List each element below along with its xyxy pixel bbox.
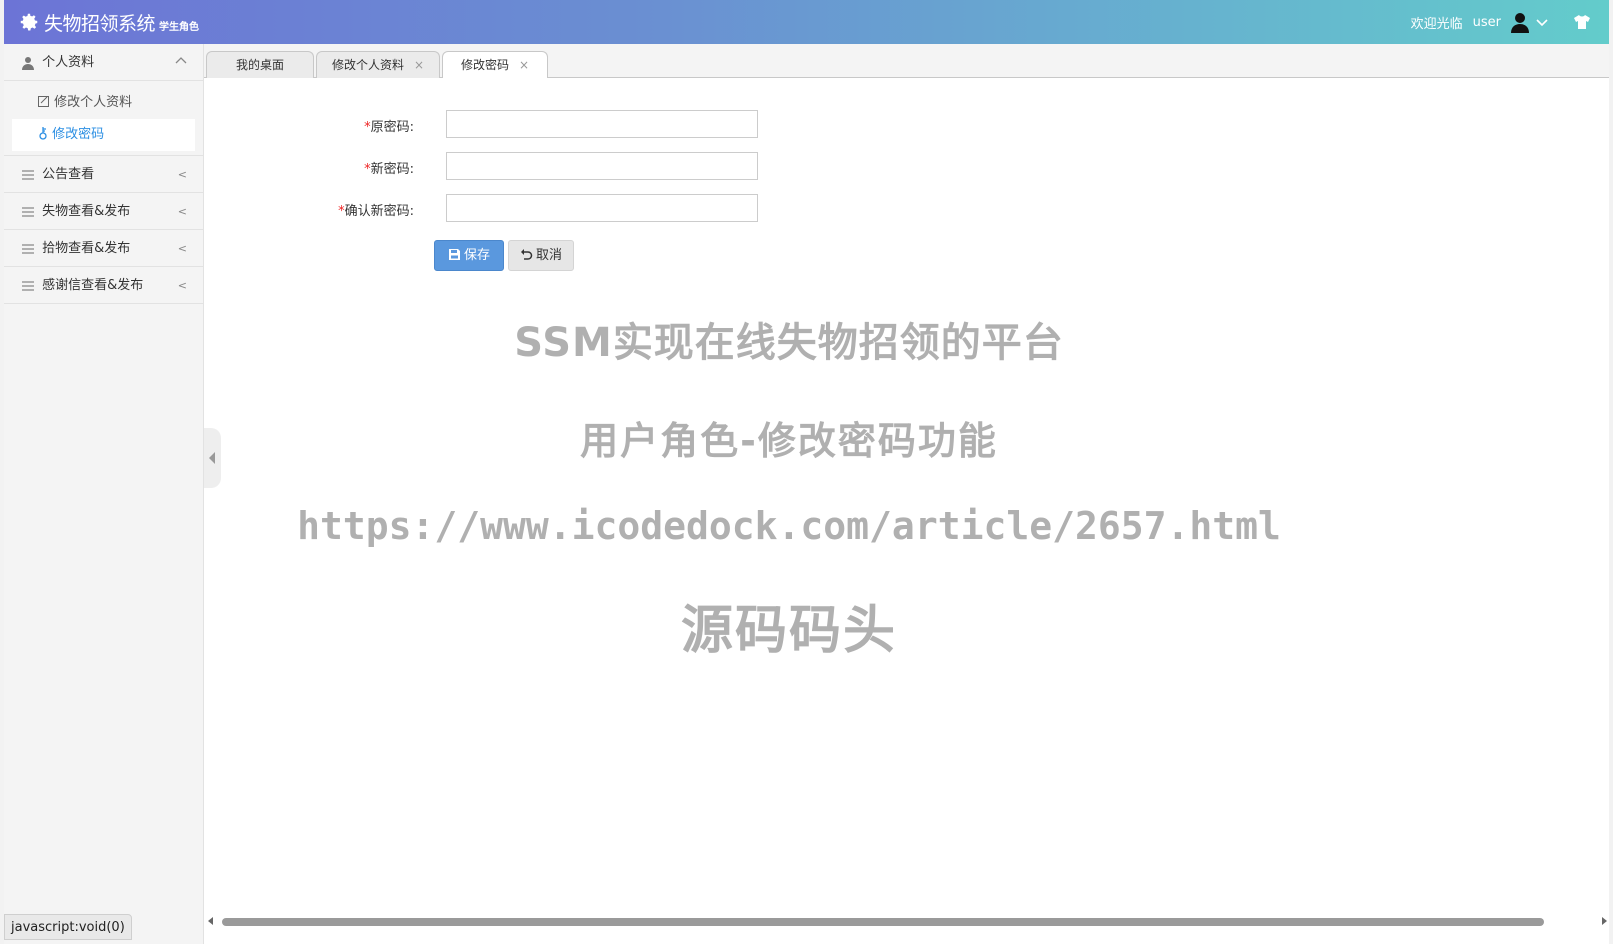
top-header: 失物招领系统 学生角色 欢迎光临 user (4, 0, 1609, 44)
floppy-disk-icon (448, 249, 460, 260)
menu-icon (22, 206, 34, 217)
welcome-text: 欢迎光临 (1410, 16, 1463, 32)
sidebar-group-label: 公告查看 (42, 167, 95, 182)
confirm-password-label: *确认新密码: (338, 204, 414, 219)
new-password-input[interactable] (446, 152, 758, 180)
form-row-old-password: *原密码: (204, 110, 1004, 138)
watermark-brand: 源码码头 (680, 601, 897, 661)
tab-bar: 我的桌面 修改个人资料 × 修改密码 × (204, 44, 1609, 79)
sidebar-group-label: 拾物查看&发布 (42, 241, 131, 256)
form-row-confirm-password: *确认新密码: (204, 194, 1004, 222)
form-row-new-password: *新密码: (204, 152, 1004, 180)
sidebar-item-label: 修改密码 (52, 127, 105, 142)
old-password-label: *原密码: (364, 120, 414, 135)
watermark-feature: 用户角色-修改密码功能 (580, 419, 998, 463)
avatar-icon[interactable] (1509, 11, 1531, 33)
menu-icon (22, 243, 34, 254)
chevron-up-icon (175, 44, 187, 81)
sidebar-item-edit-profile[interactable]: 修改个人资料 (12, 87, 195, 119)
close-icon[interactable]: × (414, 58, 424, 72)
sidebar-group-thank-letters[interactable]: 感谢信查看&发布 < (4, 267, 203, 304)
save-button[interactable]: 保存 (434, 240, 504, 271)
menu-icon (22, 169, 34, 180)
sidebar-group-label: 感谢信查看&发布 (42, 278, 144, 293)
sidebar-item-change-password[interactable]: 修改密码 (12, 119, 195, 151)
sidebar-submenu-profile: 修改个人资料 修改密码 (4, 81, 203, 156)
tab-label: 修改个人资料 (331, 58, 404, 72)
chevron-left-icon: < (177, 168, 187, 181)
sidebar-group-label: 个人资料 (42, 55, 95, 70)
chevron-left-icon: < (177, 242, 187, 255)
cancel-button[interactable]: 取消 (508, 240, 574, 271)
sidebar-group-lost-items[interactable]: 失物查看&发布 < (4, 193, 203, 230)
user-icon (22, 56, 34, 70)
menu-icon (22, 280, 34, 291)
tab-label: 修改密码 (460, 58, 509, 72)
role-subtitle: 学生角色 (159, 21, 200, 33)
form-actions: 保存 取消 (204, 240, 1004, 271)
sidebar-group-notices[interactable]: 公告查看 < (4, 156, 203, 193)
tab-desktop[interactable]: 我的桌面 (206, 51, 314, 78)
key-icon (38, 127, 52, 142)
tab-change-password[interactable]: 修改密码 × (442, 51, 548, 79)
main-content: *原密码: *新密码: *确认新密码: 保存 取消 SSM实现在线失物招领的平台… (204, 78, 1609, 914)
undo-icon (520, 249, 533, 260)
scroll-right-icon[interactable] (1602, 917, 1607, 925)
scrollbar-thumb[interactable] (222, 918, 1544, 926)
tab-label: 我的桌面 (235, 58, 284, 72)
chevron-left-icon: < (177, 205, 187, 218)
horizontal-scrollbar[interactable] (204, 914, 1609, 930)
header-user-area: 欢迎光临 user (1411, 0, 1591, 44)
logo[interactable]: 失物招领系统 学生角色 (18, 10, 200, 35)
app-title: 失物招领系统 (44, 12, 156, 35)
sidebar-item-label: 修改个人资料 (54, 95, 133, 110)
old-password-input[interactable] (446, 110, 758, 138)
sidebar-group-label: 失物查看&发布 (42, 204, 131, 219)
sidebar-group-found-items[interactable]: 拾物查看&发布 < (4, 230, 203, 267)
watermark-url: https://www.icodedock.com/article/2657.h… (297, 504, 1281, 548)
confirm-password-input[interactable] (446, 194, 758, 222)
watermark-title: SSM实现在线失物招领的平台 (514, 320, 1064, 366)
sidebar: 个人资料 修改个人资料 修改密码 公告查看 < 失物查看&发布 < 拾物查看&发… (4, 44, 204, 944)
scroll-left-icon[interactable] (208, 917, 213, 925)
tab-edit-profile[interactable]: 修改个人资料 × (316, 51, 440, 78)
username[interactable]: user (1473, 15, 1501, 30)
skin-shirt-icon[interactable] (1573, 14, 1591, 30)
chevron-left-icon: < (177, 279, 187, 292)
new-password-label: *新密码: (364, 162, 414, 177)
sidebar-group-profile[interactable]: 个人资料 (4, 44, 203, 81)
close-icon[interactable]: × (519, 58, 529, 72)
gear-icon (20, 13, 38, 31)
app-frame: 失物招领系统 学生角色 欢迎光临 user 个人资料 修改个人资料 修改密码 公… (4, 0, 1609, 944)
browser-status-bar: javascript:void(0) (4, 914, 132, 940)
sidebar-collapse-handle[interactable] (204, 428, 221, 488)
chevron-down-icon[interactable] (1535, 15, 1549, 29)
edit-icon (38, 95, 54, 110)
